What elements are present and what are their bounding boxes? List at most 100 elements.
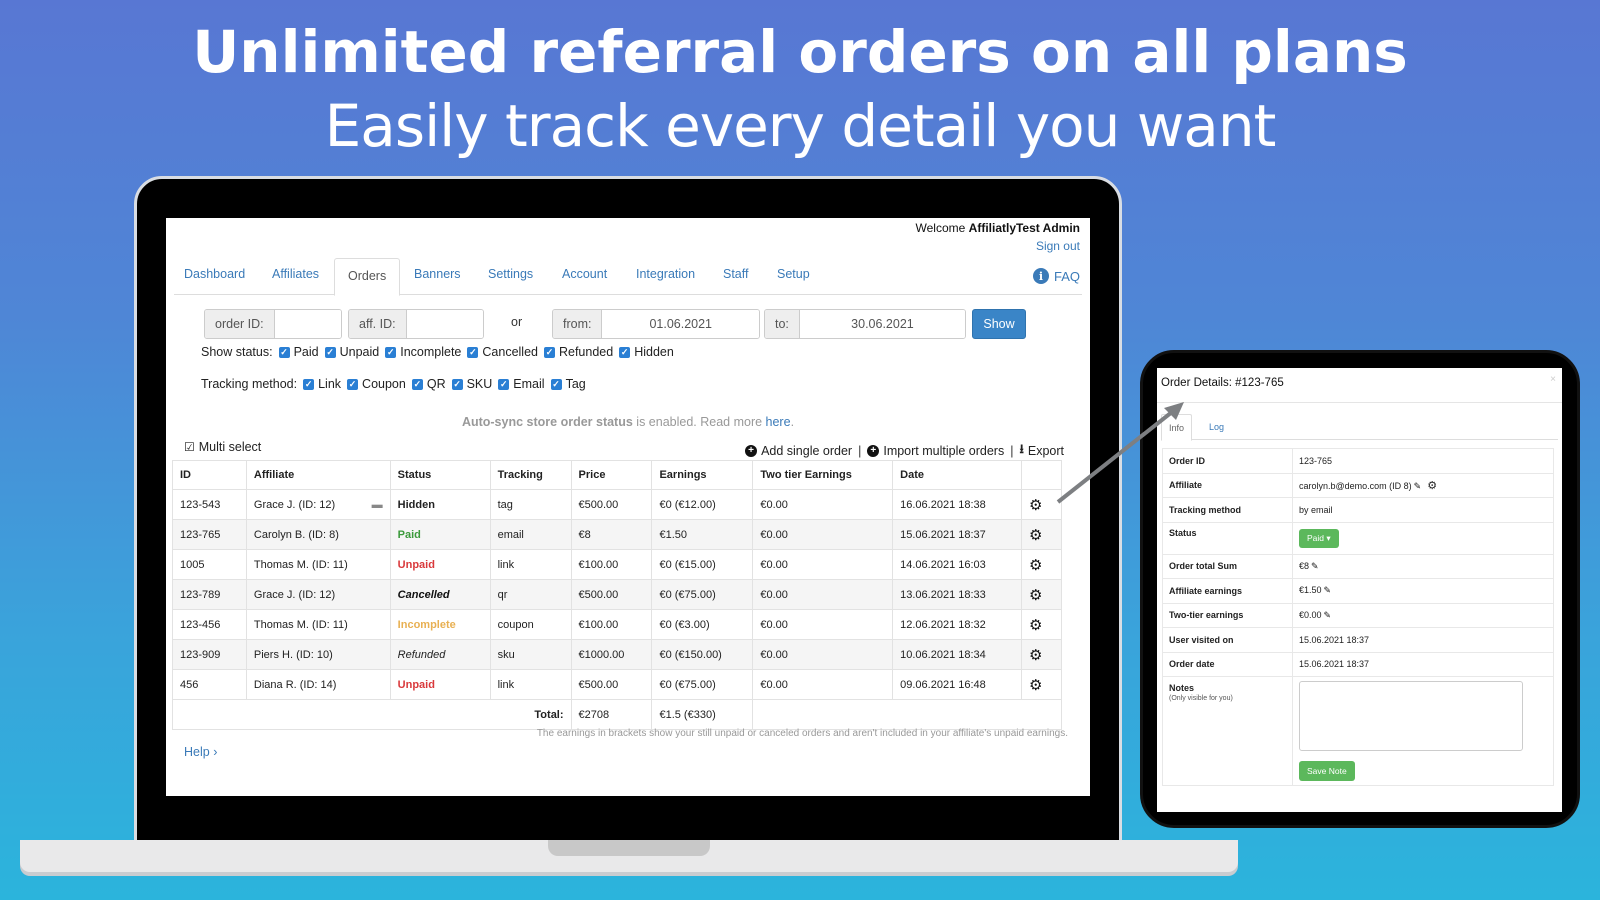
- notes-textarea[interactable]: [1299, 681, 1523, 751]
- tab-account[interactable]: Account: [562, 267, 607, 281]
- total-empty: [752, 699, 1062, 730]
- divider: [1157, 402, 1562, 403]
- col-earnings[interactable]: Earnings: [651, 460, 754, 490]
- cell-two-tier-text: €0.00: [760, 678, 788, 691]
- tab-dashboard[interactable]: Dashboard: [184, 267, 245, 281]
- cell-id: 123-765: [172, 519, 247, 550]
- gear-icon[interactable]: ⚙: [1020, 609, 1063, 640]
- import-multiple-orders-link[interactable]: Import multiple orders: [883, 444, 1004, 458]
- tab-setup[interactable]: Setup: [777, 267, 810, 281]
- order-id-label: order ID:: [205, 310, 275, 338]
- checkbox-label: Refunded: [558, 345, 614, 359]
- from-date-input[interactable]: 01.06.2021: [602, 310, 759, 338]
- pencil-icon[interactable]: ✎: [1324, 610, 1332, 620]
- status-unpaid-checkbox[interactable]: ✓ Unpaid: [324, 345, 379, 359]
- gear-icon[interactable]: ⚙: [1427, 480, 1437, 492]
- gear-icon[interactable]: ⚙: [1020, 549, 1063, 580]
- comment-icon[interactable]: ▬: [372, 499, 383, 511]
- tracking-coupon-checkbox[interactable]: ✓ Coupon: [347, 377, 406, 391]
- cell-earnings-text: €0 (€3.00): [659, 618, 710, 631]
- cell-affiliate-text: Piers H. (ID: 10): [253, 648, 333, 661]
- tab-log[interactable]: Log: [1209, 422, 1224, 432]
- col-status[interactable]: Status: [389, 460, 491, 490]
- help-link[interactable]: Help ›: [184, 745, 217, 759]
- pencil-icon[interactable]: ✎: [1311, 561, 1319, 571]
- faq-link[interactable]: i FAQ: [1032, 268, 1080, 284]
- tab-orders[interactable]: Orders: [334, 258, 401, 296]
- plus-circle-icon: +: [745, 444, 758, 457]
- checkbox-checked-icon: ✓: [543, 346, 555, 358]
- separator: |: [1010, 443, 1014, 458]
- order-details-modal: Order Details: #123-765 × Info Log Order…: [1157, 368, 1562, 812]
- tracking-email-checkbox[interactable]: ✓ Email: [498, 377, 545, 391]
- add-single-order-link[interactable]: Add single order: [761, 444, 852, 458]
- total-earnings: €1.5 (€330): [651, 699, 754, 730]
- save-note-button[interactable]: Save Note: [1299, 761, 1355, 781]
- multi-select-button[interactable]: ☑ Multi select: [184, 440, 261, 454]
- main-nav-tabs: Dashboard Affiliates Orders Banners Sett…: [174, 258, 1082, 296]
- to-date-input[interactable]: 30.06.2021: [799, 310, 965, 338]
- tracking-qr-checkbox[interactable]: ✓ QR: [411, 377, 446, 391]
- tab-integration[interactable]: Integration: [636, 267, 695, 281]
- col-two-tier-earnings[interactable]: Two tier Earnings: [752, 460, 894, 490]
- table-row[interactable]: 1005 Thomas M. (ID: 11) Unpaid link €100.00 €…: [172, 549, 1063, 580]
- col-date[interactable]: Date: [892, 460, 1022, 490]
- table-row[interactable]: 123-543 Grace J. (ID: 12) ▬ Hidden tag €500.0…: [172, 489, 1063, 520]
- cell-tracking: tag: [489, 489, 572, 520]
- gear-icon[interactable]: ⚙: [1020, 579, 1063, 610]
- gear-icon[interactable]: ⚙: [1020, 519, 1063, 550]
- gear-icon[interactable]: ⚙: [1020, 489, 1063, 520]
- cell-earnings: €1.50: [651, 519, 754, 550]
- table-row[interactable]: 123-456 Thomas M. (ID: 11) Incomplete coupo…: [172, 609, 1063, 640]
- status-dropdown[interactable]: Paid ▾: [1299, 528, 1339, 548]
- tab-affiliates[interactable]: Affiliates: [272, 267, 319, 281]
- show-button[interactable]: Show: [972, 309, 1026, 339]
- tracking-link-checkbox[interactable]: ✓ Link: [303, 377, 341, 391]
- cell-price: €500.00: [570, 669, 653, 700]
- tracking-sku-checkbox[interactable]: ✓ SKU: [451, 377, 492, 391]
- table-row[interactable]: 123-909 Piers H. (ID: 10) Refunded sku €1000…: [172, 639, 1063, 670]
- aff-id-input[interactable]: [406, 310, 483, 338]
- cell-id-text: 123-789: [180, 588, 221, 601]
- table-row[interactable]: 456 Diana R. (ID: 14) Unpaid link €500.00 €0 …: [172, 669, 1063, 700]
- col-affiliate[interactable]: Affiliate: [245, 460, 391, 490]
- pencil-icon[interactable]: ✎: [1414, 481, 1422, 491]
- tracking-tag-checkbox[interactable]: ✓ Tag: [550, 377, 586, 391]
- cell-affiliate: Thomas M. (ID: 11): [245, 549, 391, 580]
- col-tracking[interactable]: Tracking: [489, 460, 572, 490]
- status-refunded-checkbox[interactable]: ✓ Refunded: [543, 345, 614, 359]
- cell-affiliate-text: Carolyn B. (ID: 8): [253, 528, 339, 541]
- col-price[interactable]: Price: [570, 460, 653, 490]
- cell-date-text: 13.06.2021 18:33: [900, 588, 986, 601]
- checkbox-checked-icon: ✓: [278, 346, 290, 358]
- gear-icon[interactable]: ⚙: [1020, 639, 1063, 670]
- detail-label: Order ID: [1162, 448, 1293, 474]
- tab-staff[interactable]: Staff: [723, 267, 748, 281]
- status-hidden-checkbox[interactable]: ✓ Hidden: [619, 345, 674, 359]
- cell-two-tier-text: €0.00: [760, 588, 788, 601]
- aff-earnings-value: €1.50: [1299, 585, 1322, 596]
- col-id[interactable]: ID: [172, 460, 247, 490]
- status-paid-checkbox[interactable]: ✓ Paid: [278, 345, 319, 359]
- close-icon[interactable]: ×: [1550, 374, 1556, 385]
- sign-out-link[interactable]: Sign out: [1036, 239, 1080, 253]
- table-row[interactable]: 123-765 Carolyn B. (ID: 8) Paid email €8 €1.5…: [172, 519, 1063, 550]
- tab-info[interactable]: Info: [1161, 414, 1193, 441]
- tab-settings[interactable]: Settings: [488, 267, 533, 281]
- pencil-icon[interactable]: ✎: [1324, 585, 1332, 595]
- status-cancelled-checkbox[interactable]: ✓ Cancelled: [467, 345, 538, 359]
- cell-price: €500.00: [570, 489, 653, 520]
- status-incomplete-checkbox[interactable]: ✓ Incomplete: [385, 345, 461, 359]
- cell-price-text: €500.00: [578, 498, 619, 511]
- cell-two-tier-text: €0.00: [760, 558, 788, 571]
- table-row[interactable]: 123-789 Grace J. (ID: 12) Cancelled qr €500.…: [172, 579, 1063, 610]
- export-link[interactable]: Export: [1028, 444, 1064, 458]
- cell-affiliate: Grace J. (ID: 12) ▬: [245, 489, 391, 520]
- tab-banners[interactable]: Banners: [414, 267, 461, 281]
- gear-icon[interactable]: ⚙: [1020, 669, 1063, 700]
- detail-row: Notes (Only visible for you) Save Note: [1162, 676, 1554, 786]
- checkbox-label: Email: [513, 377, 545, 391]
- cell-two-tier: €0.00: [752, 609, 894, 640]
- autosync-read-more-link[interactable]: here: [766, 415, 791, 429]
- order-id-input[interactable]: [274, 310, 341, 338]
